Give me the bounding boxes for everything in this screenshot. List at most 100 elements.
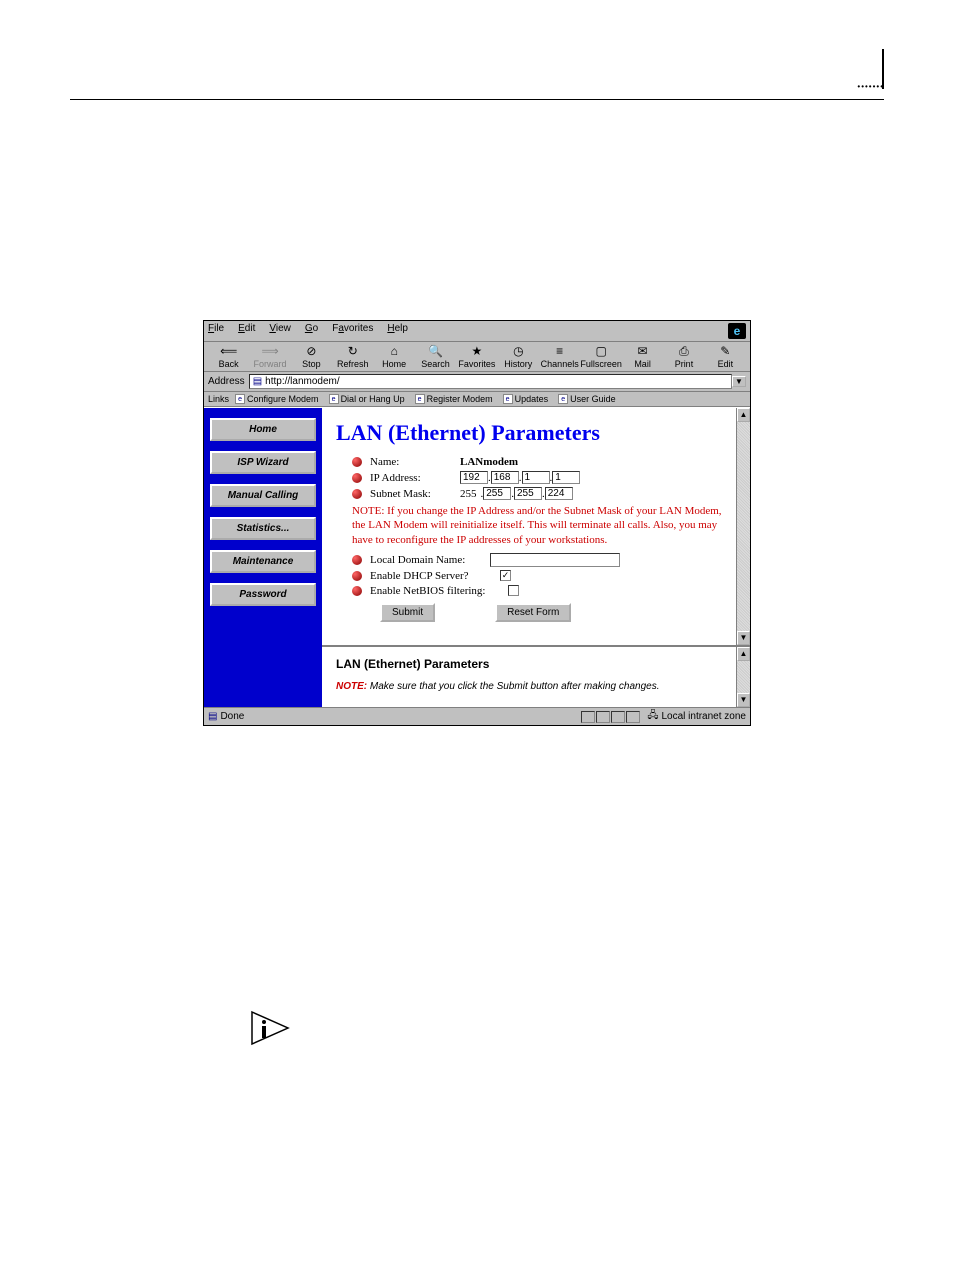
- local-domain-label: Local Domain Name:: [370, 554, 490, 566]
- menu-edit[interactable]: Edit: [238, 323, 255, 339]
- menu-help[interactable]: Help: [387, 323, 408, 339]
- status-cells: [581, 711, 641, 723]
- mask-octet-2[interactable]: [483, 487, 511, 500]
- back-button[interactable]: ⟸Back: [208, 344, 249, 369]
- search-icon: 🔍: [428, 344, 444, 358]
- url-input[interactable]: ▤ http://lanmodem/: [249, 374, 732, 389]
- mail-button[interactable]: ✉Mail: [622, 344, 663, 369]
- main-panel: LAN (Ethernet) Parameters Name: LANmodem…: [322, 408, 750, 707]
- menu-favorites[interactable]: Favorites: [332, 323, 373, 339]
- sidebar-home[interactable]: Home: [210, 418, 316, 441]
- print-button[interactable]: ⎙Print: [663, 344, 704, 369]
- lower-scrollbar[interactable]: ▲ ▼: [736, 647, 750, 707]
- mask-octet-1-static: 255: [460, 488, 477, 500]
- netbios-label: Enable NetBIOS filtering:: [370, 585, 508, 597]
- row-local-domain: Local Domain Name:: [336, 553, 736, 567]
- sidebar: Home ISP Wizard Manual Calling Statistic…: [204, 408, 322, 707]
- forward-icon: ⟹: [262, 344, 278, 358]
- print-icon: ⎙: [676, 344, 692, 358]
- scroll-up-icon[interactable]: ▲: [737, 408, 750, 422]
- link-dial-hangup[interactable]: eDial or Hang Up: [329, 394, 405, 404]
- history-button[interactable]: ◷History: [498, 344, 539, 369]
- forward-button[interactable]: ⟹Forward: [249, 344, 290, 369]
- sidebar-isp-wizard[interactable]: ISP Wizard: [210, 451, 316, 474]
- ip-octet-2[interactable]: [491, 471, 519, 484]
- ie-logo-icon: e: [728, 323, 746, 339]
- scroll-up-icon[interactable]: ▲: [737, 647, 750, 661]
- menu-go[interactable]: Go: [305, 323, 318, 339]
- row-ip: IP Address: . . .: [336, 471, 736, 484]
- link-updates[interactable]: eUpdates: [503, 394, 549, 404]
- link-icon: e: [415, 394, 425, 404]
- status-page-icon: ▤: [208, 711, 217, 722]
- links-label: Links: [208, 394, 229, 404]
- address-label: Address: [208, 376, 245, 387]
- lower-heading: LAN (Ethernet) Parameters: [336, 657, 736, 671]
- scroll-track[interactable]: [737, 661, 750, 693]
- ip-octet-1[interactable]: [460, 471, 488, 484]
- home-button[interactable]: ⌂Home: [374, 344, 415, 369]
- lower-note: NOTE: Make sure that you click the Submi…: [336, 681, 736, 692]
- bullet-icon: [352, 457, 362, 467]
- stop-icon: ⊘: [303, 344, 319, 358]
- name-value: LANmodem: [460, 456, 518, 468]
- fullscreen-button[interactable]: ▢Fullscreen: [580, 344, 622, 369]
- row-mask: Subnet Mask: 255 . . .: [336, 487, 736, 500]
- scroll-track[interactable]: [737, 422, 750, 631]
- lower-note-text: Make sure that you click the Submit butt…: [367, 681, 659, 692]
- link-icon: e: [329, 394, 339, 404]
- refresh-icon: ↻: [345, 344, 361, 358]
- link-register-modem[interactable]: eRegister Modem: [415, 394, 493, 404]
- sidebar-password[interactable]: Password: [210, 583, 316, 606]
- ip-octet-3[interactable]: [522, 471, 550, 484]
- stop-button[interactable]: ⊘Stop: [291, 344, 332, 369]
- dhcp-label: Enable DHCP Server?: [370, 570, 500, 582]
- submit-button[interactable]: Submit: [380, 603, 435, 622]
- back-icon: ⟸: [221, 344, 237, 358]
- content-area: Home ISP Wizard Manual Calling Statistic…: [204, 407, 750, 707]
- ip-label: IP Address:: [370, 472, 460, 484]
- header-corner-graphic: •••••••: [839, 49, 884, 89]
- row-dhcp: Enable DHCP Server? ✓: [336, 570, 736, 582]
- refresh-button[interactable]: ↻Refresh: [332, 344, 373, 369]
- sidebar-statistics[interactable]: Statistics...: [210, 517, 316, 540]
- reset-form-button[interactable]: Reset Form: [495, 603, 571, 622]
- zone-icon: 🖧: [647, 708, 658, 725]
- bullet-icon: [352, 586, 362, 596]
- scroll-down-icon[interactable]: ▼: [737, 631, 750, 645]
- upper-scrollbar[interactable]: ▲ ▼: [736, 408, 750, 645]
- upper-pane: LAN (Ethernet) Parameters Name: LANmodem…: [322, 408, 750, 645]
- page-header: •••••••: [70, 40, 884, 100]
- local-domain-input[interactable]: [490, 553, 620, 567]
- url-text: http://lanmodem/: [265, 376, 339, 387]
- dhcp-checkbox[interactable]: ✓: [500, 570, 511, 581]
- fullscreen-icon: ▢: [593, 344, 609, 358]
- name-label: Name:: [370, 456, 460, 468]
- lower-pane: LAN (Ethernet) Parameters NOTE: Make sur…: [322, 645, 750, 707]
- mask-octet-4[interactable]: [545, 487, 573, 500]
- favorites-button[interactable]: ★Favorites: [456, 344, 497, 369]
- ip-octet-4[interactable]: [552, 471, 580, 484]
- history-icon: ◷: [510, 344, 526, 358]
- statusbar: ▤ Done 🖧 Local intranet zone: [204, 707, 750, 725]
- warning-note: NOTE: If you change the IP Address and/o…: [352, 504, 736, 547]
- url-dropdown-arrow-icon[interactable]: ▼: [732, 376, 746, 387]
- mask-label: Subnet Mask:: [370, 488, 460, 500]
- menu-view[interactable]: View: [269, 323, 291, 339]
- mask-octet-3[interactable]: [514, 487, 542, 500]
- channels-button[interactable]: ≡Channels: [539, 344, 580, 369]
- zone-text: Local intranet zone: [661, 711, 746, 722]
- scroll-down-icon[interactable]: ▼: [737, 693, 750, 707]
- search-button[interactable]: 🔍Search: [415, 344, 456, 369]
- link-configure-modem[interactable]: eConfigure Modem: [235, 394, 319, 404]
- netbios-checkbox[interactable]: [508, 585, 519, 596]
- mail-icon: ✉: [635, 344, 651, 358]
- sidebar-manual-calling[interactable]: Manual Calling: [210, 484, 316, 507]
- bullet-icon: [352, 555, 362, 565]
- link-user-guide[interactable]: eUser Guide: [558, 394, 616, 404]
- menubar: File Edit View Go Favorites Help e: [204, 321, 750, 342]
- home-icon: ⌂: [386, 344, 402, 358]
- sidebar-maintenance[interactable]: Maintenance: [210, 550, 316, 573]
- menu-file[interactable]: File: [208, 323, 224, 339]
- edit-button[interactable]: ✎Edit: [705, 344, 746, 369]
